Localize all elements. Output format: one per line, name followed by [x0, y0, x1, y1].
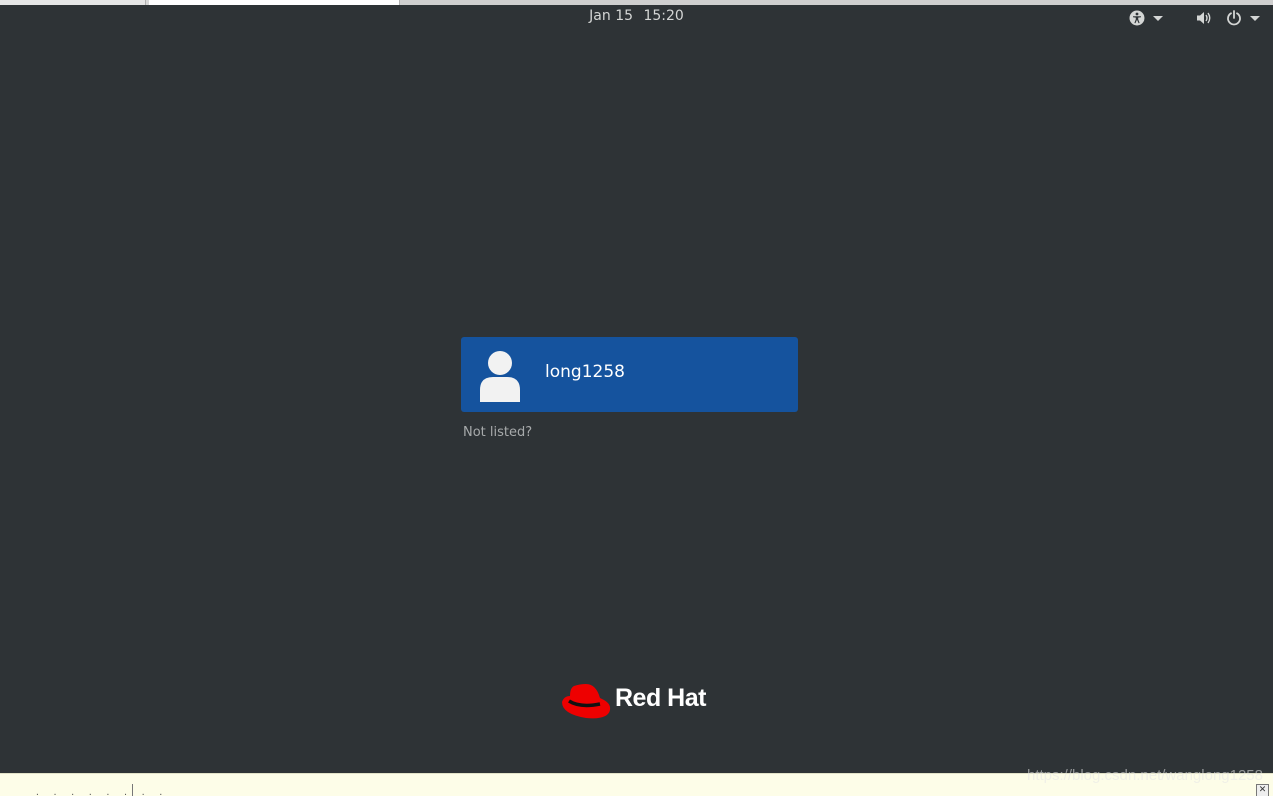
red-hat-logo: Red Hat	[560, 680, 720, 722]
power-icon	[1227, 10, 1241, 26]
chevron-down-icon	[1250, 15, 1260, 21]
clock[interactable]: Jan 15 15:20	[0, 8, 1273, 24]
host-status-dots: . . . . . . . .	[35, 788, 168, 796]
watermark: https://blog.csdn.net/wanglong1258	[1026, 767, 1263, 784]
user-list-item[interactable]: long1258	[461, 337, 798, 412]
login-screen: Jan 15 15:20 long1258 Not listed? Red Ha…	[0, 0, 1273, 796]
accessibility-icon	[1129, 10, 1145, 26]
logo-text: Red Hat	[615, 684, 706, 712]
clock-time: 15:20	[643, 8, 684, 24]
close-icon[interactable]: ✕	[1256, 784, 1269, 796]
red-hat-fedora-icon	[562, 684, 611, 719]
chevron-down-icon	[1153, 15, 1163, 21]
top-bar: Jan 15 15:20	[0, 5, 1273, 31]
user-avatar-icon	[480, 351, 520, 402]
not-listed-button[interactable]: Not listed?	[463, 425, 532, 440]
host-status-divider	[132, 784, 133, 796]
accessibility-menu[interactable]	[1129, 8, 1163, 28]
clock-date: Jan 15	[589, 8, 634, 24]
username-label: long1258	[545, 362, 625, 382]
system-menu[interactable]	[1196, 8, 1260, 28]
volume-icon	[1197, 12, 1211, 24]
